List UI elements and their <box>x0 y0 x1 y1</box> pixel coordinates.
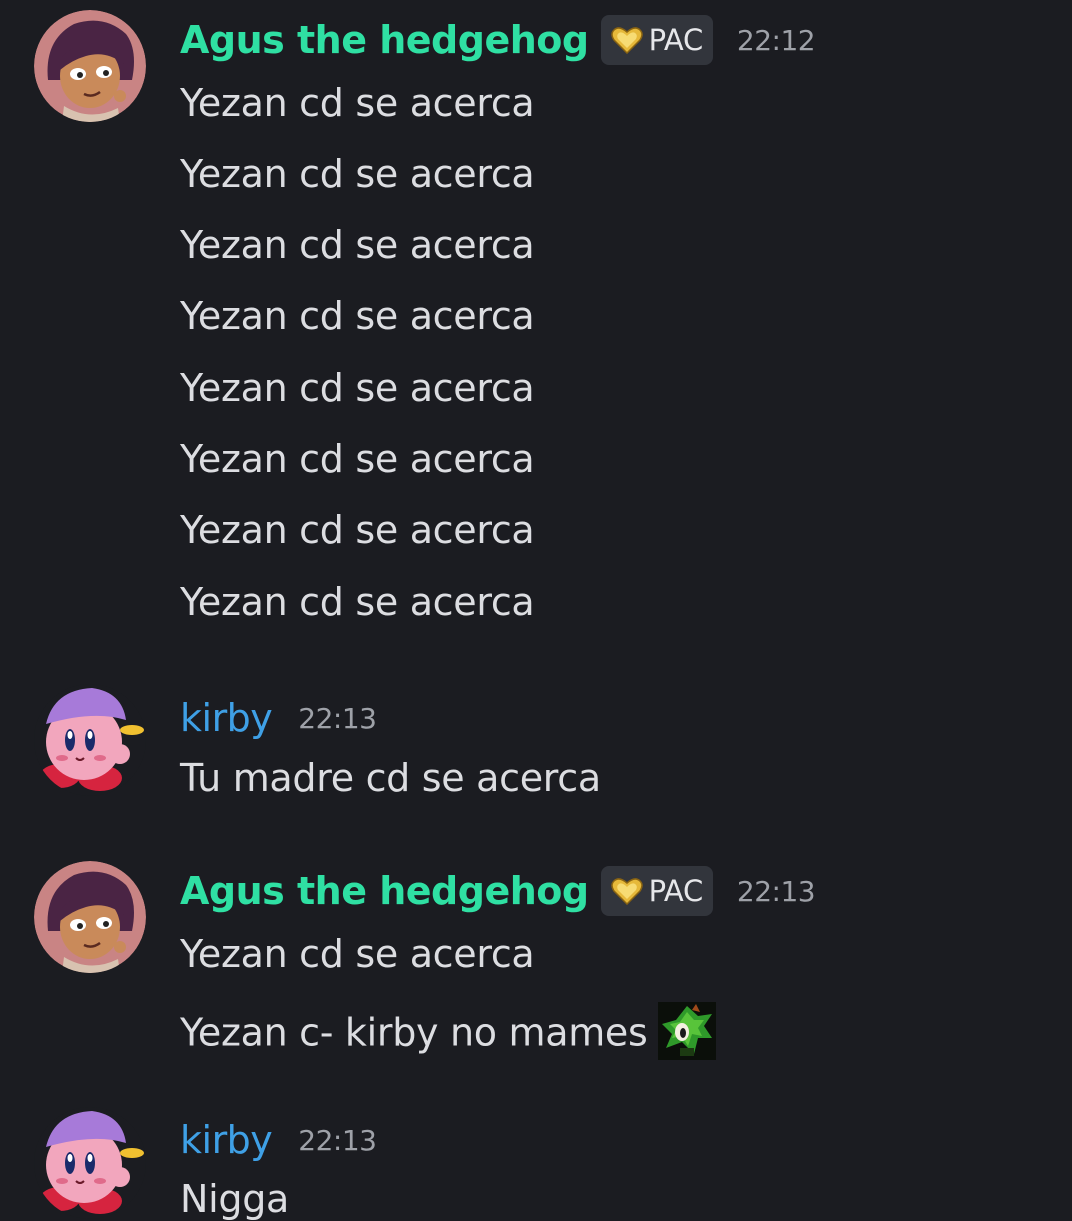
username[interactable]: Agus the hedgehog <box>180 21 589 59</box>
kirby-avatar-icon <box>34 1107 146 1219</box>
kirby-avatar-icon <box>34 684 146 796</box>
message-text: Yezan cd se acerca <box>180 437 535 481</box>
message-header: Agus the hedgehog PAC 22:12 <box>180 10 816 70</box>
agus-avatar-icon <box>34 10 146 122</box>
message-text: Yezan cd se acerca <box>180 223 535 267</box>
username[interactable]: kirby <box>180 699 273 737</box>
timestamp: 22:13 <box>298 701 377 735</box>
message-text-content: Yezan c- kirby no mames <box>180 1010 648 1055</box>
message-text: Yezan cd se acerca <box>180 294 535 338</box>
green-hedgehog-emoji[interactable] <box>657 1002 716 1060</box>
role-tag-label: PAC <box>648 23 704 57</box>
timestamp: 22:12 <box>736 23 816 57</box>
timestamp: 22:13 <box>298 1123 377 1157</box>
role-tag-label: PAC <box>648 874 704 908</box>
message-text: Yezan cd se acerca <box>180 932 535 976</box>
agus-avatar-icon <box>34 861 146 973</box>
avatar[interactable] <box>34 861 146 973</box>
message-text: Yezan cd se acerca <box>180 508 535 552</box>
role-tag[interactable]: PAC <box>600 15 713 65</box>
message-text: Yezan cd se acerca <box>180 580 535 624</box>
avatar[interactable] <box>34 1107 146 1219</box>
timestamp: 22:13 <box>736 874 816 908</box>
avatar[interactable] <box>34 684 146 796</box>
avatar[interactable] <box>34 10 146 122</box>
message-text: Yezan c- kirby no mames <box>180 1002 716 1064</box>
message-header: Agus the hedgehog PAC 22:13 <box>180 861 816 921</box>
gold-heart-icon <box>610 878 643 905</box>
username[interactable]: kirby <box>180 1121 273 1159</box>
message-header: kirby 22:13 <box>180 688 377 748</box>
username[interactable]: Agus the hedgehog <box>180 872 589 910</box>
message-text: Tu madre cd se acerca <box>180 756 601 800</box>
message-text: Yezan cd se acerca <box>180 81 535 125</box>
message-text: Yezan cd se acerca <box>180 152 535 196</box>
gold-heart-icon <box>610 27 643 54</box>
green-hedgehog-emoji-icon <box>657 1002 716 1060</box>
message-text: Nigga <box>180 1177 290 1221</box>
message-text: Yezan cd se acerca <box>180 366 535 410</box>
message-header: kirby 22:13 <box>180 1110 377 1170</box>
role-tag[interactable]: PAC <box>600 866 713 916</box>
